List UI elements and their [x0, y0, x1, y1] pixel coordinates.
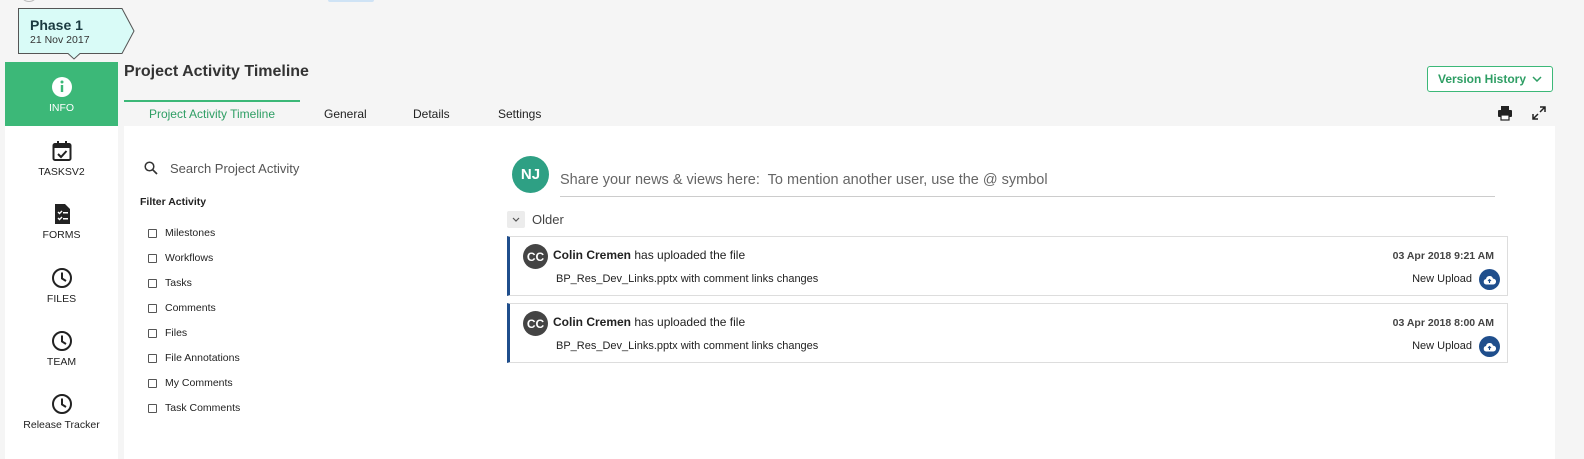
activity-headline: Colin Cremen has uploaded the file [553, 315, 745, 329]
phase-date: 21 Nov 2017 [30, 34, 90, 46]
clock-icon [51, 331, 72, 351]
filter-tasks[interactable]: Tasks [148, 277, 192, 289]
filter-label: Milestones [165, 227, 216, 239]
search-box [144, 158, 444, 178]
print-icon[interactable] [1497, 105, 1513, 121]
sidebar-item-label: INFO [48, 102, 75, 114]
activity-headline: Colin Cremen has uploaded the file [553, 248, 745, 262]
filter-comments[interactable]: Comments [148, 302, 216, 314]
form-document-icon [54, 204, 70, 224]
avatar: CC [523, 244, 548, 269]
older-toggle[interactable]: Older [507, 211, 564, 228]
top-pill-fragment [328, 0, 374, 2]
sidebar-item-label: Release Tracker [23, 419, 100, 431]
filter-label: Workflows [165, 252, 214, 264]
tab-project-activity-timeline[interactable]: Project Activity Timeline [124, 100, 300, 126]
filter-label: My Comments [165, 377, 233, 389]
activity-file[interactable]: BP_Res_Dev_Links.pptx with comment links… [556, 340, 818, 352]
checkbox[interactable] [148, 228, 157, 238]
cloud-upload-icon [1479, 269, 1500, 290]
sidebar-item-release-tracker[interactable]: Release Tracker [5, 379, 118, 443]
share-news-input[interactable] [560, 164, 1495, 197]
top-circle-fragment [20, 0, 38, 2]
expand-icon[interactable] [1531, 105, 1547, 121]
filter-milestones[interactable]: Milestones [148, 227, 215, 239]
filter-workflows[interactable]: Workflows [148, 252, 213, 264]
version-history-label: Version History [1437, 72, 1527, 86]
tab-general[interactable]: General [324, 100, 367, 126]
sidebar-item-label: FILES [46, 293, 77, 305]
phase-title: Phase 1 [30, 17, 83, 33]
checkbox[interactable] [148, 403, 157, 413]
filter-task-comments[interactable]: Task Comments [148, 402, 240, 414]
activity-timestamp: 03 Apr 2018 8:00 AM [1392, 317, 1494, 329]
filter-title: Filter Activity [140, 196, 207, 208]
sidebar-item-label: TASKSV2 [38, 166, 85, 178]
calendar-check-icon [52, 141, 71, 161]
filter-label: Comments [165, 302, 216, 314]
top-strip [0, 0, 1584, 4]
filter-label: File Annotations [165, 352, 240, 364]
chevron-down-icon [507, 211, 525, 228]
activity-user[interactable]: Colin Cremen [553, 248, 631, 262]
clock-icon [51, 394, 72, 414]
sidebar-item-info[interactable]: INFO [5, 62, 118, 126]
clock-icon [51, 268, 72, 288]
older-label: Older [532, 212, 564, 227]
version-history-button[interactable]: Version History [1427, 66, 1553, 92]
tab-details[interactable]: Details [413, 100, 450, 126]
phase-badge[interactable]: Phase 1 21 Nov 2017 [18, 8, 136, 60]
filter-file-annotations[interactable]: File Annotations [148, 352, 240, 364]
activity-card: CC Colin Cremen has uploaded the file BP… [507, 236, 1508, 296]
activity-card: CC Colin Cremen has uploaded the file BP… [507, 303, 1508, 363]
sidebar-item-label: TEAM [46, 356, 77, 368]
sidebar-item-files[interactable]: FILES [5, 253, 118, 317]
checkbox[interactable] [148, 353, 157, 363]
search-icon [144, 161, 158, 175]
chevron-down-icon [1532, 76, 1542, 82]
cloud-upload-icon [1479, 336, 1500, 357]
activity-action: has uploaded the file [634, 248, 746, 262]
sidebar-item-team[interactable]: TEAM [5, 316, 118, 380]
activity-action: has uploaded the file [634, 315, 746, 329]
activity-file[interactable]: BP_Res_Dev_Links.pptx with comment links… [556, 273, 818, 285]
checkbox[interactable] [148, 278, 157, 288]
info-icon [51, 77, 72, 97]
avatar: CC [523, 311, 548, 336]
search-input[interactable] [170, 160, 420, 176]
checkbox[interactable] [148, 328, 157, 338]
sidebar-item-forms[interactable]: FORMS [5, 189, 118, 253]
avatar: NJ [512, 156, 549, 193]
sidebar-item-tasksv2[interactable]: TASKSV2 [5, 126, 118, 190]
activity-tag: New Upload [1412, 340, 1472, 352]
activity-user[interactable]: Colin Cremen [553, 315, 631, 329]
sidebar-item-label: FORMS [42, 229, 81, 241]
tab-settings[interactable]: Settings [498, 100, 541, 126]
filter-label: Tasks [165, 277, 192, 289]
checkbox[interactable] [148, 253, 157, 263]
page-title: Project Activity Timeline [124, 63, 309, 80]
sidebar: INFO TASKSV2 FORMS FILES TEAM Release Tr… [5, 62, 118, 459]
filter-label: Files [165, 327, 188, 339]
activity-tag: New Upload [1412, 273, 1472, 285]
filter-my-comments[interactable]: My Comments [148, 377, 233, 389]
checkbox[interactable] [148, 378, 157, 388]
activity-timestamp: 03 Apr 2018 9:21 AM [1392, 250, 1494, 262]
filter-files[interactable]: Files [148, 327, 187, 339]
checkbox[interactable] [148, 303, 157, 313]
filter-label: Task Comments [165, 402, 241, 414]
